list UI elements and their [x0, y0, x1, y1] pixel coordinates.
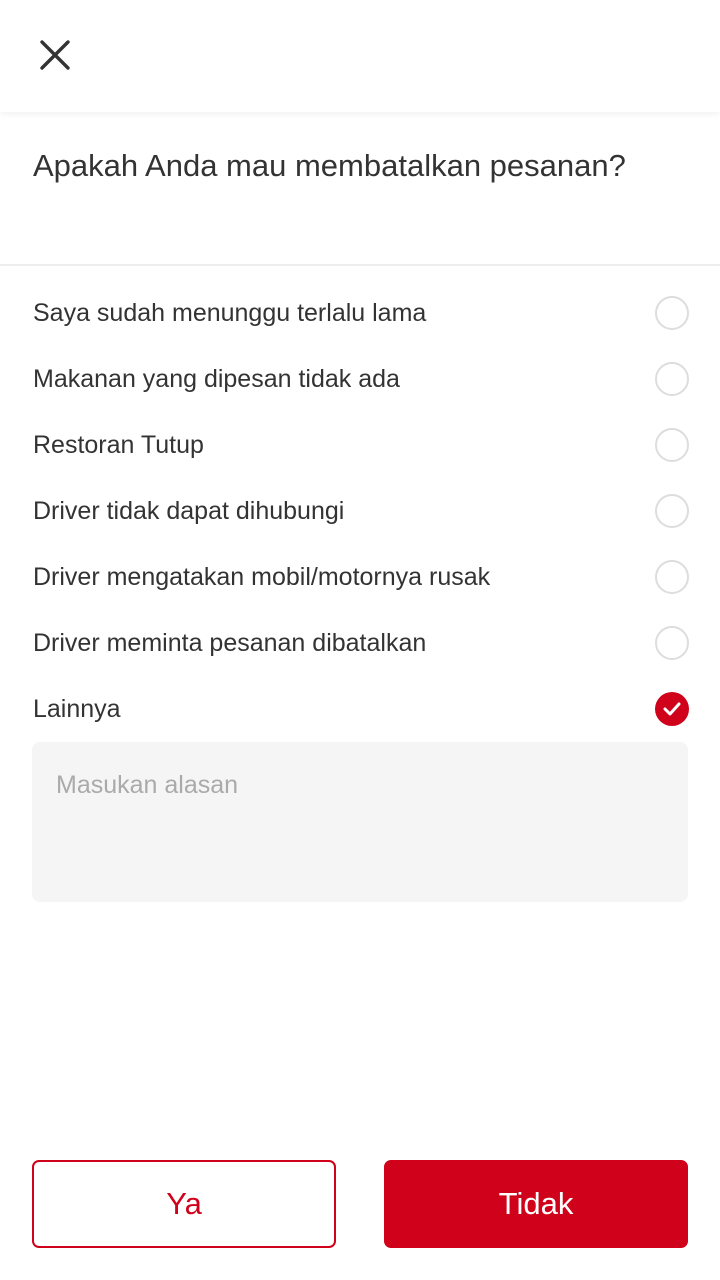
- radio-unchecked-icon[interactable]: [655, 428, 689, 462]
- close-icon: [40, 40, 70, 70]
- reason-option[interactable]: Driver meminta pesanan dibatalkan: [0, 610, 720, 676]
- radio-unchecked-icon[interactable]: [655, 296, 689, 330]
- reason-list: Saya sudah menunggu terlalu lama Makanan…: [0, 280, 720, 742]
- reason-option[interactable]: Makanan yang dipesan tidak ada: [0, 346, 720, 412]
- checkmark-icon: [663, 702, 681, 716]
- reason-option[interactable]: Driver tidak dapat dihubungi: [0, 478, 720, 544]
- reason-option[interactable]: Driver mengatakan mobil/motornya rusak: [0, 544, 720, 610]
- no-button[interactable]: Tidak: [384, 1160, 688, 1248]
- yes-button[interactable]: Ya: [32, 1160, 336, 1248]
- reason-label: Driver mengatakan mobil/motornya rusak: [33, 563, 491, 591]
- reason-label: Driver tidak dapat dihubungi: [33, 497, 345, 525]
- radio-unchecked-icon[interactable]: [655, 494, 689, 528]
- dialog-title: Apakah Anda mau membatalkan pesanan?: [33, 148, 626, 183]
- reason-option[interactable]: Restoran Tutup: [0, 412, 720, 478]
- close-button[interactable]: [30, 30, 80, 80]
- reason-label: Restoran Tutup: [33, 431, 204, 459]
- reason-label: Saya sudah menunggu terlalu lama: [33, 299, 427, 327]
- divider: [0, 264, 720, 266]
- reason-option[interactable]: Saya sudah menunggu terlalu lama: [0, 280, 720, 346]
- reason-label: Driver meminta pesanan dibatalkan: [33, 629, 427, 657]
- radio-unchecked-icon[interactable]: [655, 362, 689, 396]
- other-reason-input[interactable]: [32, 742, 688, 902]
- reason-label: Makanan yang dipesan tidak ada: [33, 365, 400, 393]
- reason-label: Lainnya: [33, 695, 121, 723]
- reason-option-other[interactable]: Lainnya: [0, 676, 720, 742]
- radio-unchecked-icon[interactable]: [655, 560, 689, 594]
- radio-unchecked-icon[interactable]: [655, 626, 689, 660]
- top-bar: [0, 0, 720, 112]
- radio-checked-icon[interactable]: [655, 692, 689, 726]
